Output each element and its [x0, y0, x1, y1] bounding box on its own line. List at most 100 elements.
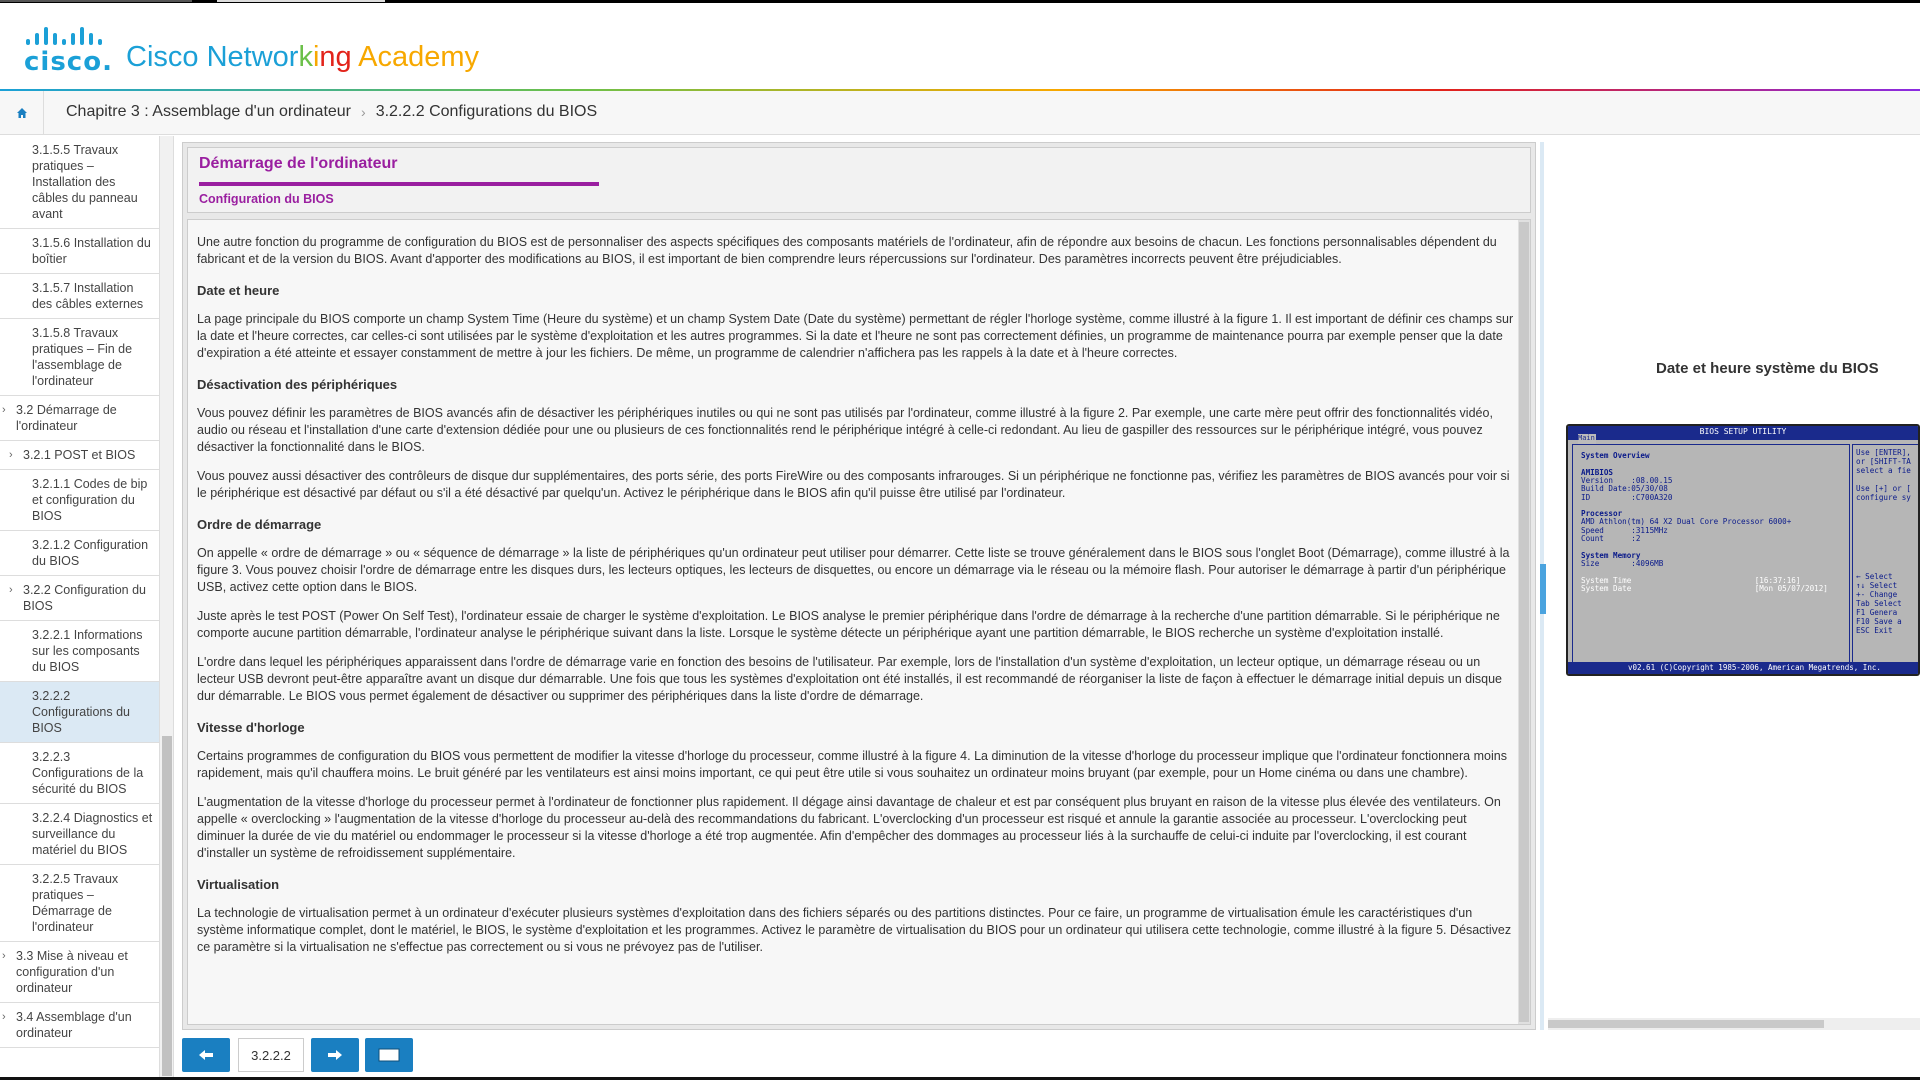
paragraph: Une autre fonction du programme de confi… — [197, 235, 1497, 266]
sidebar-item[interactable]: 3.1.5.7 Installation des câbles externes — [0, 274, 159, 319]
title-underline — [199, 182, 599, 186]
page-navigation: 3.2.2.2 — [182, 1038, 602, 1074]
sidebar-item[interactable]: › 3.2.2 Configuration du BIOS — [0, 576, 159, 621]
bios-help-line — [1856, 475, 1918, 484]
section-heading: Ordre de démarrage — [197, 517, 322, 532]
content-text-box: Une autre fonction du programme de confi… — [187, 219, 1531, 1025]
sidebar-item-label: 3.1.5.5 Travaux pratiques – Installation… — [32, 143, 138, 221]
bios-footer: v02.61 (C)Copyright 1985-2006, American … — [1568, 662, 1918, 674]
bios-key-line: Tab Select — [1856, 599, 1902, 608]
content-scrollbar[interactable] — [1518, 220, 1530, 1024]
sidebar-toc: 3.1.5.5 Travaux pratiques – Installation… — [0, 136, 160, 1080]
sidebar-item[interactable]: › 3.4 Assemblage d'un ordinateur — [0, 1003, 159, 1048]
sidebar-scrollbar[interactable] — [160, 136, 174, 1080]
chevron-right-icon: › — [361, 104, 366, 120]
bios-help-line: select a fie — [1856, 466, 1911, 475]
next-button[interactable] — [311, 1038, 359, 1072]
figure-scrollbar-thumb[interactable] — [1548, 1020, 1824, 1028]
sidebar-item[interactable]: › 3.2 Démarrage de l'ordinateur — [0, 396, 159, 441]
sidebar-item[interactable]: 3.1.5.6 Installation du boîtier — [0, 229, 159, 274]
cisco-bar — [53, 33, 57, 45]
chevron-down-icon: › — [2, 404, 6, 416]
section-heading: Virtualisation — [197, 877, 280, 892]
bios-tab-main: Main — [1578, 434, 1596, 444]
cisco-bar — [62, 39, 66, 45]
sidebar-item[interactable]: › 3.3 Mise à niveau et configuration d'un… — [0, 942, 159, 1003]
sidebar-item[interactable]: › 3.2.1 POST et BIOS — [0, 441, 159, 470]
sidebar-item-label: 3.1.5.8 Travaux pratiques – Fin de l'ass… — [32, 326, 133, 388]
sidebar-item-label: 3.2 Démarrage de l'ordinateur — [16, 403, 117, 433]
figure-title: Date et heure système du BIOS — [1656, 360, 1879, 377]
sidebar-item-label: 3.1.5.6 Installation du boîtier — [32, 236, 151, 266]
media-toggle-button[interactable] — [365, 1038, 413, 1072]
paragraph: L'ordre dans lequel les périphériques ap… — [197, 655, 1502, 703]
bios-help-line: or [SHIFT-TA — [1856, 457, 1911, 466]
brand-title-part: Cisco — [126, 41, 207, 73]
sidebar-item[interactable]: 3.2.1.2 Configuration du BIOS — [0, 531, 159, 576]
cisco-bar — [35, 33, 39, 45]
header: cisco Cisco Networking Academy — [0, 3, 1920, 89]
sidebar-item[interactable]: 3.2.2.2 Configurations du BIOS — [0, 682, 159, 743]
breadcrumb-chapter[interactable]: Chapitre 3 : Assemblage d'un ordinateur — [66, 103, 351, 121]
chevron-down-icon: › — [2, 950, 6, 962]
cisco-bar — [44, 27, 48, 45]
sidebar-scrollbar-thumb[interactable] — [162, 736, 172, 1076]
browser-tab[interactable] — [217, 0, 385, 2]
previous-button[interactable] — [182, 1038, 230, 1072]
cisco-bar — [80, 27, 84, 45]
arrow-right-icon — [328, 1050, 342, 1060]
arrow-left-icon — [199, 1050, 213, 1060]
sidebar-item[interactable]: 3.2.2.3 Configurations de la sécurité du… — [0, 743, 159, 804]
cisco-logo[interactable]: cisco — [24, 25, 108, 77]
chevron-down-icon: › — [9, 449, 13, 461]
section-heading: Date et heure — [197, 283, 280, 298]
page-number[interactable]: 3.2.2.2 — [238, 1038, 304, 1072]
sidebar-item[interactable]: 3.2.2.5 Travaux pratiques – Démarrage de… — [0, 865, 159, 942]
paragraph: Certains programmes de configuration du … — [197, 749, 1507, 780]
breadcrumb: Chapitre 3 : Assemblage d'un ordinateur … — [0, 91, 1920, 135]
sidebar-item-label: 3.3 Mise à niveau et configuration d'un … — [16, 949, 128, 995]
sidebar-item-label: 3.2.1 POST et BIOS — [23, 448, 136, 462]
bios-help-line: Use [+] or [ — [1856, 484, 1911, 493]
brand-title-part: Networ — [206, 41, 299, 73]
brand-title-part: k — [298, 41, 313, 73]
cisco-logo-word: cisco — [24, 47, 113, 77]
content-title-box: Démarrage de l'ordinateur Configuration … — [187, 147, 1531, 213]
sidebar-item-label: 3.2.2.5 Travaux pratiques – Démarrage de… — [32, 872, 119, 934]
cisco-bar — [98, 39, 102, 45]
brand-title: Cisco Networking Academy — [126, 41, 479, 74]
breadcrumb-section: 3.2.2.2 Configurations du BIOS — [375, 103, 598, 120]
paragraph: La page principale du BIOS comporte un c… — [197, 312, 1514, 360]
figure-horizontal-scrollbar[interactable] — [1548, 1018, 1920, 1030]
section-heading: Désactivation des périphériques — [197, 377, 398, 392]
content-scrollbar-thumb[interactable] — [1519, 222, 1529, 1022]
figure-panel-drag-handle[interactable] — [1540, 564, 1546, 614]
figure-panel: Date et heure système du BIOS BIOS SETUP… — [1538, 142, 1920, 1032]
cisco-bar — [71, 33, 75, 45]
cisco-bar — [26, 39, 30, 45]
paragraph: Vous pouvez aussi désactiver des contrôl… — [197, 469, 1510, 500]
bios-key-line: F1 Genera — [1856, 608, 1898, 617]
paragraph: Juste après le test POST (Power On Self … — [197, 609, 1500, 640]
bios-help-line: Use [ENTER], — [1856, 448, 1911, 457]
sidebar-item[interactable]: 3.2.2.4 Diagnostics et surveillance du m… — [0, 804, 159, 865]
home-icon — [16, 108, 27, 118]
sidebar-item[interactable]: 3.1.5.8 Travaux pratiques – Fin de l'ass… — [0, 319, 159, 396]
sidebar-item-label: 3.2.1.2 Configuration du BIOS — [32, 538, 149, 568]
sidebar-item[interactable]: 3.1.5.5 Travaux pratiques – Installation… — [0, 136, 159, 229]
bios-help-spacer — [1856, 502, 1918, 572]
bios-header: BIOS SETUP UTILITY — [1568, 426, 1918, 440]
sidebar-item-label: 3.2.2 Configuration du BIOS — [23, 583, 147, 613]
page-subtitle: Configuration du BIOS — [199, 192, 334, 206]
home-button[interactable] — [0, 91, 44, 135]
bios-key-line: ↑↓ Select — [1856, 581, 1898, 590]
browser-tab[interactable] — [0, 0, 192, 2]
sidebar-item[interactable]: 3.2.1.1 Codes de bip et configuration du… — [0, 470, 159, 531]
bios-line: Count :2 — [1581, 534, 1641, 543]
chevron-down-icon: › — [2, 1011, 6, 1023]
bios-line: Size :4096MB — [1581, 558, 1664, 568]
sidebar-item-label: 3.4 Assemblage d'un ordinateur — [16, 1010, 132, 1040]
bios-help-line: configure sy — [1856, 493, 1911, 502]
bios-screenshot: BIOS SETUP UTILITY Main System Overview A… — [1566, 424, 1920, 676]
sidebar-item[interactable]: 3.2.2.1 Informations sur les composants … — [0, 621, 159, 682]
